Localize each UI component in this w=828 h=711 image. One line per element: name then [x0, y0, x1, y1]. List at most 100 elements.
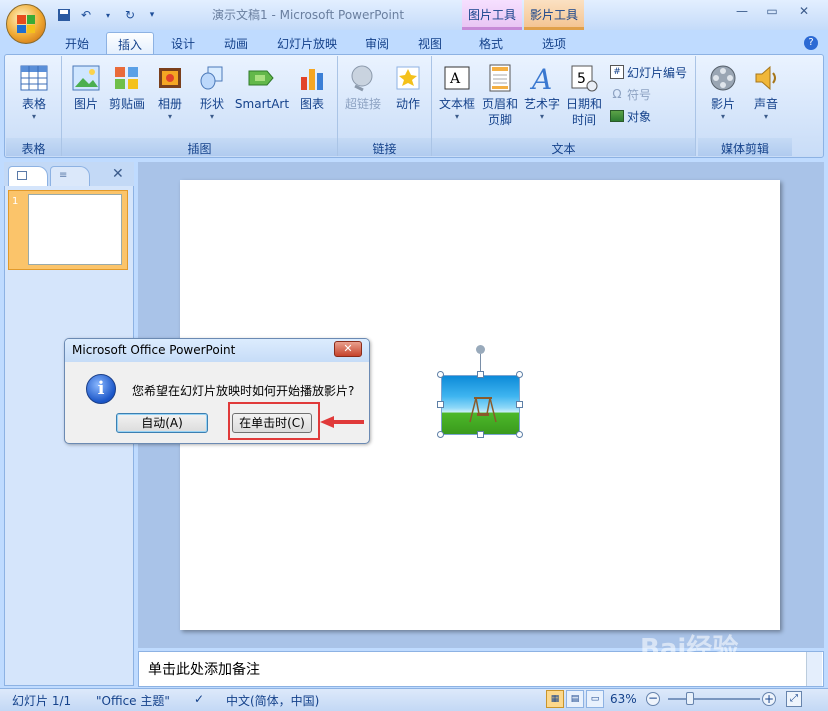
normal-view-button[interactable]: ▦ [546, 690, 564, 708]
movie-button[interactable]: 影片 ▾ [700, 62, 746, 122]
action-button[interactable]: 动作 [388, 62, 428, 112]
auto-button[interactable]: 自动(A) [116, 413, 208, 433]
hyperlink-button[interactable]: 超链接 [340, 62, 386, 112]
group-media: 影片 ▾ 声音 ▾ 媒体剪辑 [698, 56, 792, 156]
sound-button[interactable]: 声音 ▾ [746, 62, 786, 122]
language-indicator: 中文(简体，中国) [226, 694, 320, 708]
sound-label: 声音 [753, 97, 778, 111]
close-panel-icon[interactable]: ✕ [112, 166, 124, 182]
undo-icon[interactable]: ↶ [78, 7, 94, 23]
dialog-title: Microsoft Office PowerPoint [72, 343, 236, 357]
group-label-illustrations: 插图 [62, 138, 337, 156]
table-button-label: 表格 [21, 97, 46, 111]
textbox-button[interactable]: A 文本框 ▾ [436, 62, 478, 122]
rotate-handle[interactable] [476, 345, 485, 354]
tab-insert[interactable]: 插入 [106, 32, 154, 54]
help-icon[interactable]: ? [804, 36, 818, 50]
dialog-close-button[interactable]: ✕ [334, 341, 362, 357]
resize-handle-top-left[interactable] [437, 371, 444, 378]
zoom-in-icon[interactable]: + [762, 692, 776, 706]
movie-picture[interactable] [441, 375, 520, 435]
chart-label: 图表 [299, 97, 324, 111]
shapes-button[interactable]: 形状 ▾ [192, 62, 232, 122]
symbol-button[interactable]: Ω 符号 [610, 84, 651, 104]
tab-slides[interactable] [8, 166, 48, 186]
slide-thumbnail-number: 1 [12, 196, 19, 207]
redo-icon[interactable]: ↻ [122, 7, 138, 23]
speaker-icon [750, 62, 782, 94]
datetime-button[interactable]: 5 日期和时间 [562, 62, 606, 128]
dropdown-icon[interactable]: ▾ [100, 7, 116, 23]
resize-handle-top[interactable] [477, 371, 484, 378]
customize-qat-icon[interactable]: ▾ [144, 7, 160, 23]
tab-options[interactable]: 选项 [528, 32, 580, 54]
album-button[interactable]: 相册 ▾ [150, 62, 190, 122]
symbol-label: 符号 [627, 87, 652, 102]
minimize-button[interactable]: — [730, 4, 754, 22]
maximize-button[interactable]: ▭ [760, 4, 784, 22]
slide-sorter-icon: ▤ [570, 694, 580, 704]
smartart-icon [246, 62, 278, 94]
zoom-level[interactable]: 63% [610, 692, 637, 706]
wordart-button[interactable]: A 艺术字 ▾ [522, 62, 562, 122]
clipart-button[interactable]: 剪贴画 [106, 62, 148, 112]
zoom-slider-thumb[interactable] [686, 692, 694, 705]
zoom-out-icon[interactable]: − [646, 692, 660, 706]
resize-handle-top-right[interactable] [516, 371, 523, 378]
dropdown-arrow-icon: ▾ [454, 112, 459, 121]
shapes-label: 形状 [199, 97, 224, 111]
dropdown-arrow-icon: ▾ [763, 112, 768, 121]
tab-outline[interactable]: ≡ [50, 166, 90, 186]
slide-number-label: 幻灯片编号 [627, 65, 688, 80]
omega-icon: Ω [612, 87, 622, 101]
film-reel-icon [707, 62, 739, 94]
group-label-media: 媒体剪辑 [698, 138, 792, 156]
document-title: 演示文稿1 - Microsoft PowerPoint [212, 8, 405, 22]
spellcheck-icon[interactable]: ✓ [194, 692, 204, 706]
slide-number-icon: # [610, 65, 624, 79]
normal-view-icon: ▦ [550, 694, 560, 704]
save-icon[interactable] [56, 7, 72, 23]
svg-text:A: A [449, 71, 461, 87]
group-label-table: 表格 [6, 138, 61, 156]
tab-home[interactable]: 开始 [56, 32, 98, 54]
tab-format[interactable]: 格式 [466, 32, 516, 54]
office-logo-icon [17, 15, 35, 33]
tab-animations[interactable]: 动画 [214, 32, 258, 54]
tab-view[interactable]: 视图 [408, 32, 452, 54]
close-button[interactable]: ✕ [792, 4, 816, 22]
notes-scrollbar[interactable] [806, 652, 822, 686]
resize-handle-bottom-left[interactable] [437, 431, 444, 438]
calendar-icon: 5 [568, 62, 600, 94]
dropdown-arrow-icon: ▾ [31, 112, 36, 121]
header-footer-button[interactable]: 页眉和页脚 [478, 62, 522, 128]
dropdown-arrow-icon: ▾ [209, 112, 214, 121]
picture-button[interactable]: 图片 [66, 62, 106, 112]
resize-handle-bottom-right[interactable] [516, 431, 523, 438]
outline-tab-icon: ≡ [59, 170, 68, 181]
chart-button[interactable]: 图表 [292, 62, 332, 112]
group-label-text: 文本 [432, 138, 695, 156]
resize-handle-bottom[interactable] [477, 431, 484, 438]
office-button[interactable] [6, 4, 46, 44]
tab-review[interactable]: 审阅 [354, 32, 400, 54]
slide-sorter-view-button[interactable]: ▤ [566, 690, 584, 708]
table-button[interactable]: 表格 ▾ [10, 62, 58, 122]
fit-to-window-icon[interactable]: ⤢ [786, 691, 802, 707]
resize-handle-left[interactable] [437, 401, 444, 408]
slide-number-button[interactable]: # 幻灯片编号 [610, 62, 687, 82]
zoom-slider[interactable] [668, 698, 760, 700]
notes-placeholder: 单击此处添加备注 [148, 662, 260, 678]
swing-icon [469, 397, 497, 423]
baidu-watermark: Bai经验 [640, 634, 739, 664]
tab-slideshow[interactable]: 幻灯片放映 [268, 32, 346, 54]
resize-handle-right[interactable] [516, 401, 523, 408]
object-button[interactable]: 对象 [610, 106, 651, 126]
slide-thumbnail[interactable] [28, 194, 122, 265]
textbox-icon: A [441, 62, 473, 94]
header-footer-icon [484, 62, 516, 94]
slideshow-view-button[interactable]: ▭ [586, 690, 604, 708]
context-tab-movie-tools: 影片工具 [524, 0, 584, 30]
tab-design[interactable]: 设计 [162, 32, 204, 54]
smartart-button[interactable]: SmartArt [234, 62, 290, 112]
